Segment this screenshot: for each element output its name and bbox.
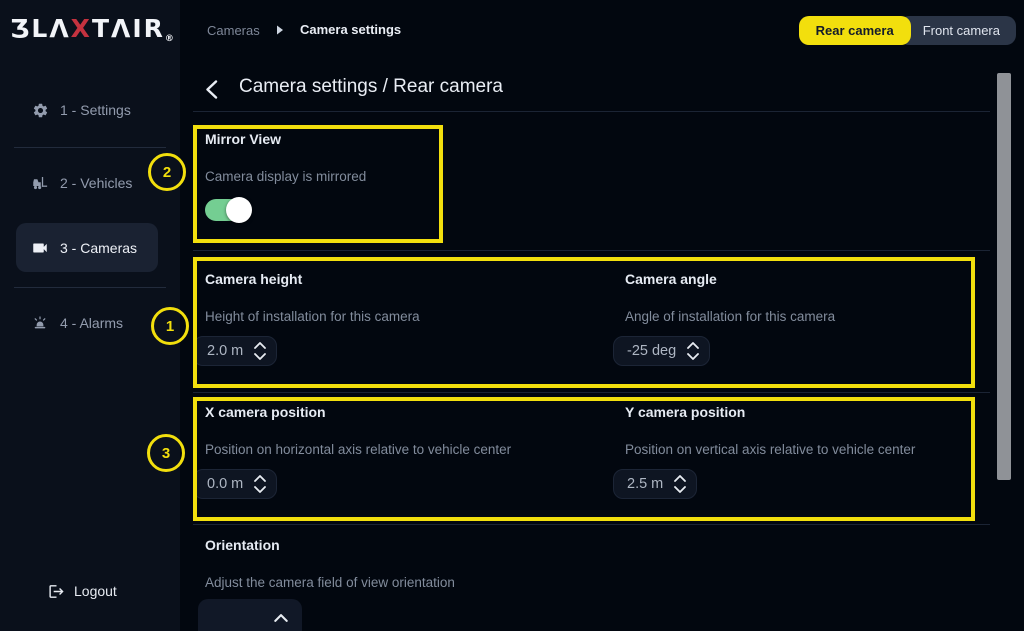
x-position-description: Position on horizontal axis relative to … bbox=[205, 442, 511, 458]
chevron-down-icon bbox=[254, 486, 266, 493]
logo-text-x: X bbox=[71, 14, 92, 43]
camera-angle-stepper[interactable]: -25 deg bbox=[613, 336, 710, 366]
y-position-decrement-button[interactable] bbox=[674, 486, 686, 493]
chevron-down-icon bbox=[674, 486, 686, 493]
camera-height-decrement-button[interactable] bbox=[254, 353, 266, 360]
y-position-title: Y camera position bbox=[625, 404, 915, 420]
registered-mark: ® bbox=[165, 34, 174, 44]
chevron-up-icon bbox=[687, 342, 699, 349]
sidebar: ƷLΛXTΛIR® 1 - Settings 2 - Vehicles 3 - … bbox=[0, 0, 180, 631]
mirror-view-description: Camera display is mirrored bbox=[205, 169, 366, 185]
logout-icon bbox=[46, 583, 66, 600]
camera-angle-description: Angle of installation for this camera bbox=[625, 309, 835, 325]
x-position-decrement-button[interactable] bbox=[254, 486, 266, 493]
sidebar-item-label: 1 - Settings bbox=[60, 102, 131, 118]
y-position-description: Position on vertical axis relative to ve… bbox=[625, 442, 915, 458]
y-position-stepper[interactable]: 2.5 m bbox=[613, 469, 697, 499]
page-title: Camera settings / Rear camera bbox=[239, 76, 503, 98]
logo-text-pre: ƷLΛ bbox=[10, 14, 71, 43]
chevron-left-icon bbox=[205, 80, 218, 99]
back-button[interactable] bbox=[205, 79, 223, 99]
camera-switch: Rear camera Front camera bbox=[799, 16, 1016, 45]
orientation-title: Orientation bbox=[205, 537, 455, 553]
breadcrumb-parent[interactable]: Cameras bbox=[207, 23, 260, 38]
breadcrumb-current: Camera settings bbox=[300, 22, 401, 37]
orientation-stepper[interactable] bbox=[198, 599, 302, 631]
sidebar-item-label: 4 - Alarms bbox=[60, 315, 123, 331]
blaxtair-logo: ƷLΛXTΛIR® bbox=[8, 14, 176, 44]
logout-label: Logout bbox=[74, 583, 117, 599]
section-divider bbox=[193, 250, 990, 251]
camera-angle-increment-button[interactable] bbox=[687, 342, 699, 349]
x-position-title: X camera position bbox=[205, 404, 511, 420]
camera-height-stepper[interactable]: 2.0 m bbox=[193, 336, 277, 366]
sidebar-divider bbox=[14, 147, 166, 148]
orientation-field: Orientation Adjust the camera field of v… bbox=[205, 537, 455, 631]
mirror-view-title: Mirror View bbox=[205, 131, 366, 147]
rear-camera-button[interactable]: Rear camera bbox=[799, 16, 911, 45]
camera-height-increment-button[interactable] bbox=[254, 342, 266, 349]
sidebar-item-alarms[interactable]: 4 - Alarms bbox=[0, 305, 180, 341]
camera-height-value: 2.0 m bbox=[207, 343, 243, 359]
front-camera-button[interactable]: Front camera bbox=[899, 16, 1016, 45]
chevron-up-icon bbox=[254, 342, 266, 349]
section-divider bbox=[193, 524, 990, 525]
section-divider bbox=[193, 392, 990, 393]
x-position-field: X camera position Position on horizontal… bbox=[205, 404, 511, 499]
y-position-field: Y camera position Position on vertical a… bbox=[625, 404, 915, 499]
sidebar-item-cameras[interactable]: 3 - Cameras bbox=[0, 230, 180, 266]
chevron-down-icon bbox=[687, 353, 699, 360]
camera-angle-field: Camera angle Angle of installation for t… bbox=[625, 271, 835, 366]
camera-angle-value: -25 deg bbox=[627, 343, 676, 359]
x-position-value: 0.0 m bbox=[207, 476, 243, 492]
header-divider bbox=[193, 111, 990, 112]
y-position-value: 2.5 m bbox=[627, 476, 663, 492]
scrollbar-thumb[interactable] bbox=[997, 73, 1011, 480]
forklift-icon bbox=[30, 174, 50, 192]
sidebar-item-vehicles[interactable]: 2 - Vehicles bbox=[0, 165, 180, 201]
toggle-knob bbox=[226, 197, 252, 223]
logout-button[interactable]: Logout bbox=[0, 573, 180, 609]
x-position-increment-button[interactable] bbox=[254, 475, 266, 482]
app-window: ƷLΛXTΛIR® 1 - Settings 2 - Vehicles 3 - … bbox=[0, 0, 1024, 631]
gear-icon bbox=[30, 102, 50, 119]
orientation-description: Adjust the camera field of view orientat… bbox=[205, 575, 455, 591]
sidebar-item-settings[interactable]: 1 - Settings bbox=[0, 92, 180, 128]
camera-height-title: Camera height bbox=[205, 271, 420, 287]
camera-angle-title: Camera angle bbox=[625, 271, 835, 287]
siren-icon bbox=[30, 314, 50, 332]
breadcrumb-arrow-icon bbox=[276, 25, 284, 35]
logo-text-post: TΛIR bbox=[92, 14, 165, 43]
camera-angle-decrement-button[interactable] bbox=[687, 353, 699, 360]
chevron-up-icon bbox=[254, 475, 266, 482]
orientation-increment-button[interactable] bbox=[274, 614, 288, 622]
camera-height-field: Camera height Height of installation for… bbox=[205, 271, 420, 366]
sidebar-item-label: 2 - Vehicles bbox=[60, 175, 132, 191]
chevron-down-icon bbox=[254, 353, 266, 360]
camera-height-description: Height of installation for this camera bbox=[205, 309, 420, 325]
mirror-view-toggle[interactable] bbox=[205, 199, 249, 221]
chevron-up-icon bbox=[674, 475, 686, 482]
video-camera-icon bbox=[30, 239, 50, 257]
sidebar-divider bbox=[14, 287, 166, 288]
x-position-stepper[interactable]: 0.0 m bbox=[193, 469, 277, 499]
mirror-view-field: Mirror View Camera display is mirrored bbox=[205, 131, 366, 221]
y-position-increment-button[interactable] bbox=[674, 475, 686, 482]
sidebar-item-label: 3 - Cameras bbox=[60, 240, 137, 256]
chevron-up-icon bbox=[274, 614, 288, 622]
